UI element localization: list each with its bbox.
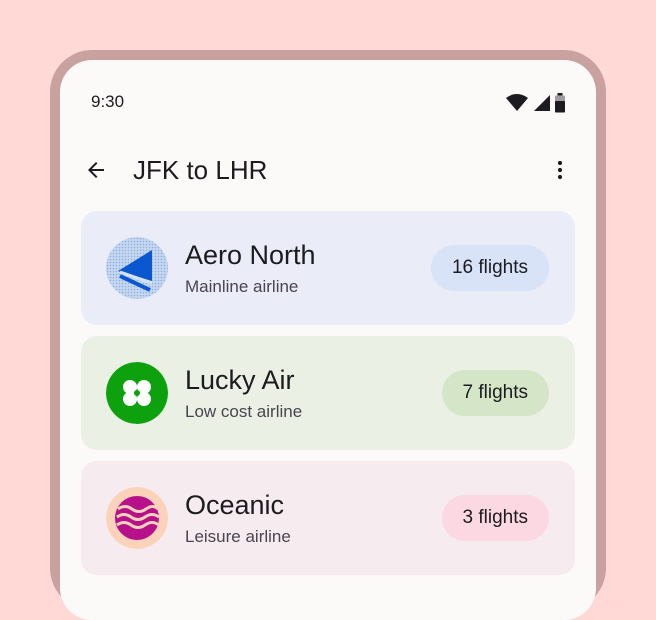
airline-name: Aero North	[185, 240, 316, 270]
status-time: 9:30	[91, 92, 125, 111]
airline-list: Aero North Mainline airline 16 flights L…	[81, 211, 575, 586]
more-vert-icon	[557, 160, 563, 180]
flights-count-chip[interactable]: 3 flights	[441, 495, 549, 541]
lucky-air-logo	[106, 362, 168, 424]
flights-count-chip[interactable]: 16 flights	[430, 245, 549, 291]
airline-card-oceanic[interactable]: Oceanic Leisure airline 3 flights	[81, 461, 575, 575]
phone-screen: 9:30 JFK to LHR Aero North Mainline airl…	[60, 60, 596, 620]
oceanic-logo	[106, 487, 168, 549]
aero-north-logo	[106, 237, 168, 299]
top-app-bar: JFK to LHR	[60, 148, 596, 192]
page-title: JFK to LHR	[133, 155, 268, 185]
battery-icon	[555, 93, 565, 113]
wifi-icon	[506, 94, 528, 111]
arrow-back-icon	[88, 162, 104, 178]
flights-count-chip[interactable]: 7 flights	[441, 370, 549, 416]
back-button[interactable]	[80, 154, 112, 186]
airline-type: Mainline airline	[185, 277, 299, 296]
status-bar: 9:30	[60, 90, 596, 114]
device-frame: 9:30 JFK to LHR Aero North Mainline airl…	[50, 50, 606, 620]
more-options-button[interactable]	[544, 154, 576, 186]
status-icons	[506, 93, 566, 113]
airline-name: Lucky Air	[185, 365, 295, 395]
airline-type: Low cost airline	[185, 402, 303, 421]
airline-card-aero-north[interactable]: Aero North Mainline airline 16 flights	[81, 211, 575, 325]
airline-name: Oceanic	[185, 490, 285, 520]
airline-type: Leisure airline	[185, 527, 291, 546]
airline-card-lucky-air[interactable]: Lucky Air Low cost airline 7 flights	[81, 336, 575, 450]
signal-icon	[534, 95, 550, 111]
